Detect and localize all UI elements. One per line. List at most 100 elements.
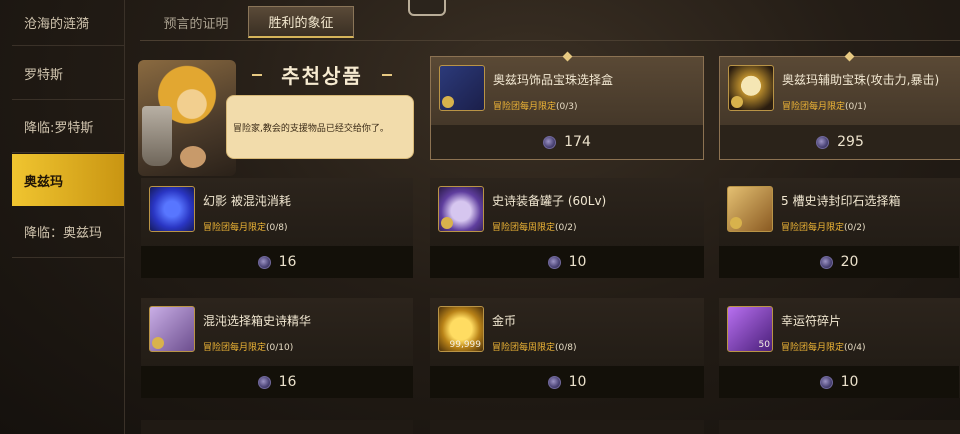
limit-count: (0/4) (844, 343, 866, 353)
sidebar: 沧海的涟漪 罗特斯 降临:罗特斯 奥兹玛 降临：奥兹玛 (12, 0, 124, 434)
lucky-charm-icon: 50 (727, 306, 773, 352)
product-price: 16 (278, 254, 297, 270)
speech-text: 冒险家,教会的支援物品已经交给你了。 (233, 123, 389, 134)
chaos-mask-icon (149, 186, 195, 232)
limit-count: (0/3) (556, 102, 578, 112)
product-price: 16 (278, 374, 297, 390)
tab-divider (140, 40, 960, 41)
product-limit: 冒险团每月限定(0/10) (203, 340, 293, 353)
product-limit: 冒险团每月限定(0/2) (781, 220, 866, 233)
limit-count: (0/8) (555, 343, 577, 353)
badge-icon (441, 217, 453, 229)
badge-icon (731, 96, 743, 108)
sidebar-divider (124, 0, 125, 434)
product-card[interactable]: 奥兹玛辅助宝珠(攻击力,暴击) 冒险团每月限定(0/1) 295 (719, 56, 960, 160)
limit-label: 冒险团每月限定 (203, 223, 267, 233)
sidebar-item-label: 罗特斯 (24, 68, 64, 83)
badge-icon (442, 96, 454, 108)
product-card[interactable]: 99,999 金币 冒险团每周限定(0/8) 10 (430, 298, 704, 398)
limit-label: 冒险团每月限定 (493, 102, 557, 112)
chaos-coin-icon (547, 255, 561, 269)
chaos-coin-icon (543, 135, 557, 149)
limit-count: (0/1) (845, 102, 867, 112)
orb-icon (728, 65, 774, 111)
product-card[interactable]: 5 槽史诗封印石选择箱 冒险团每月限定(0/2) 20 (719, 178, 960, 278)
product-name: 奥兹玛饰品宝珠选择盒 (493, 73, 614, 87)
product-name: 5 槽史诗封印石选择箱 (781, 194, 901, 208)
item-quantity: 99,999 (449, 340, 482, 350)
recommend-title: 추천상품 (252, 60, 392, 90)
product-limit: 冒险团每月限定(0/4) (781, 340, 866, 353)
tab-label: 胜利的象征 (268, 16, 334, 31)
limit-count: (0/10) (266, 343, 294, 353)
price-bar: 10 (719, 366, 959, 398)
npc-portrait (138, 60, 236, 176)
item-quantity: 50 (758, 340, 770, 350)
product-price: 10 (568, 374, 587, 390)
menu-button[interactable] (408, 0, 446, 16)
price-bar: 20 (719, 246, 959, 278)
chaos-coin-icon (816, 135, 830, 149)
product-name: 混沌选择箱史诗精华 (203, 314, 312, 328)
sidebar-item-advent-rotes[interactable]: 降临:罗特斯 (12, 101, 124, 153)
product-name: 奥兹玛辅助宝珠(攻击力,暴击) (782, 73, 940, 87)
price-bar: 10 (430, 246, 704, 278)
price-bar: 16 (141, 246, 413, 278)
seal-box-icon (727, 186, 773, 232)
chest-icon (149, 306, 195, 352)
limit-count: (0/2) (844, 223, 866, 233)
product-limit: 冒险团每周限定(0/8) (492, 340, 577, 353)
chaos-coin-icon (257, 375, 271, 389)
product-name: 幻影 被混沌消耗 (203, 194, 291, 208)
product-card[interactable]: 奥兹玛饰品宝珠选择盒 冒险团每月限定(0/3) 174 (430, 56, 704, 160)
limit-label: 冒险团每周限定 (492, 343, 556, 353)
sidebar-item-label: 降临:罗特斯 (24, 121, 94, 136)
chaos-coin-icon (257, 255, 271, 269)
product-price: 10 (840, 374, 859, 390)
product-name: 金币 (492, 314, 517, 328)
product-name: 幸运符碎片 (781, 314, 842, 328)
product-card[interactable]: 幻影 被混沌消耗 冒险团每月限定(0/8) 16 (141, 178, 413, 278)
product-card-partial[interactable] (719, 420, 960, 434)
limit-label: 冒险团每月限定 (203, 343, 267, 353)
product-limit: 冒险团每月限定(0/1) (782, 99, 867, 112)
sidebar-item-ozma[interactable]: 奥兹玛 (12, 154, 124, 206)
sidebar-item-label: 降临：奥兹玛 (24, 226, 103, 241)
pendant-icon (439, 65, 485, 111)
shield-icon (142, 106, 172, 166)
limit-label: 冒险团每月限定 (781, 343, 845, 353)
chaos-coin-icon (819, 375, 833, 389)
sidebar-item-advent-ozma[interactable]: 降临：奥兹玛 (12, 206, 124, 258)
product-card[interactable]: 50 幸运符碎片 冒险团每月限定(0/4) 10 (719, 298, 960, 398)
product-limit: 冒险团每月限定(0/8) (203, 220, 288, 233)
speech-bubble: 冒险家,教会的支援物品已经交给你了。 (226, 95, 414, 159)
pet-icon (180, 146, 206, 168)
sidebar-item-rotes[interactable]: 罗特斯 (12, 48, 124, 100)
product-name: 史诗装备罐子 (60Lv) (492, 194, 607, 208)
sidebar-item-canghai[interactable]: 沧海的涟漪 (12, 0, 124, 46)
price-bar: 174 (431, 125, 703, 159)
product-price: 10 (568, 254, 587, 270)
product-card[interactable]: 混沌选择箱史诗精华 冒险团每月限定(0/10) 16 (141, 298, 413, 398)
tab-label: 预言的证明 (163, 16, 229, 32)
product-limit: 冒险团每月限定(0/3) (493, 99, 578, 112)
product-card-partial[interactable] (141, 420, 413, 434)
chaos-coin-icon (819, 255, 833, 269)
tab-victory-symbol[interactable]: 胜利的象征 (248, 6, 354, 38)
product-price: 174 (564, 134, 591, 150)
limit-label: 冒险团每周限定 (492, 223, 556, 233)
limit-count: (0/2) (555, 223, 577, 233)
badge-icon (730, 217, 742, 229)
price-bar: 295 (720, 125, 960, 159)
gold-coins-icon: 99,999 (438, 306, 484, 352)
sidebar-item-label: 沧海的涟漪 (24, 17, 90, 32)
limit-label: 冒险团每月限定 (782, 102, 846, 112)
tab-prophecy-proof[interactable]: 预言的证明 (148, 6, 244, 38)
limit-label: 冒险团每月限定 (781, 223, 845, 233)
product-price: 20 (840, 254, 859, 270)
product-card-partial[interactable] (430, 420, 704, 434)
price-bar: 10 (430, 366, 704, 398)
product-card[interactable]: 史诗装备罐子 (60Lv) 冒险团每周限定(0/2) 10 (430, 178, 704, 278)
badge-icon (152, 337, 164, 349)
product-limit: 冒险团每周限定(0/2) (492, 220, 577, 233)
